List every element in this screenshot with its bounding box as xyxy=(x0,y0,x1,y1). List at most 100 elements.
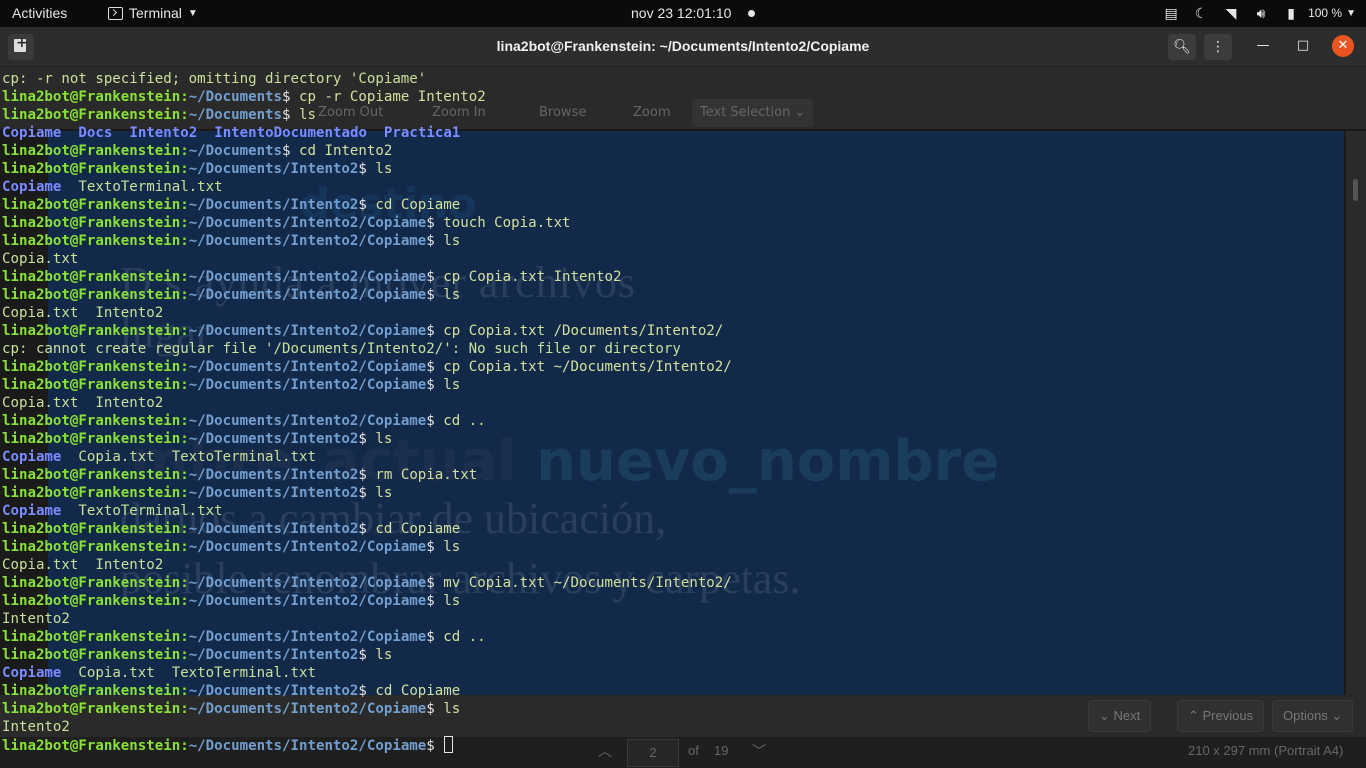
command-text xyxy=(435,738,444,754)
text-cursor[interactable] xyxy=(444,736,454,753)
prompt-symbol: $ xyxy=(282,107,291,123)
prompt-user-host: lina2bot@Frankenstein: xyxy=(2,143,189,159)
battery-icon[interactable]: ▮ xyxy=(1276,0,1306,27)
prompt-symbol: $ xyxy=(426,269,435,285)
terminal-listing-line: Copiame Docs Intento2 IntentoDocumentado… xyxy=(2,124,460,142)
terminal-prompt-line: lina2bot@Frankenstein:~/Documents/Intent… xyxy=(2,538,460,556)
command-text: cd Copiame xyxy=(366,521,461,537)
prompt-user-host: lina2bot@Frankenstein: xyxy=(2,521,189,537)
command-text: cp Copia.txt Intento2 xyxy=(434,269,622,285)
night-light-icon[interactable]: ☾ xyxy=(1186,0,1216,27)
wifi-icon[interactable]: ◥ xyxy=(1216,0,1246,27)
terminal-prompt-line: lina2bot@Frankenstein:~/Documents/Intent… xyxy=(2,160,392,178)
maximize-button[interactable]: □ xyxy=(1293,36,1313,56)
prompt-symbol: $ xyxy=(426,539,435,555)
terminal-prompt-line: lina2bot@Frankenstein:~/Documents/Intent… xyxy=(2,322,723,340)
file-entry: Copia.txt TextoTerminal.txt xyxy=(61,665,316,681)
kebab-menu-icon: ⋮ xyxy=(1211,39,1225,55)
prompt-user-host: lina2bot@Frankenstein: xyxy=(2,593,189,609)
terminal-prompt-line: lina2bot@Frankenstein:~/Documents$ cd In… xyxy=(2,142,392,160)
command-text: ls xyxy=(434,539,461,555)
terminal-prompt-line: lina2bot@Frankenstein:~/Documents/Intent… xyxy=(2,376,460,394)
prompt-symbol: $ xyxy=(358,431,367,447)
terminal-prompt-line: lina2bot@Frankenstein:~/Documents/Intent… xyxy=(2,682,460,700)
prompt-path: ~/Documents/Intento2/Copiame xyxy=(188,269,427,285)
volume-icon[interactable]: 🔊︎ xyxy=(1246,0,1276,27)
minimize-button[interactable]: — xyxy=(1253,36,1273,56)
terminal-output-line: cp: -r not specified; omitting directory… xyxy=(2,70,426,88)
terminal-listing-line: Copiame TextoTerminal.txt xyxy=(2,178,223,196)
search-button[interactable]: 🔍︎ xyxy=(1168,34,1196,60)
menu-button[interactable]: ⋮ xyxy=(1204,34,1232,60)
terminal-output-line: Copia.txt Intento2 xyxy=(2,556,163,574)
terminal-output-line: Intento2 xyxy=(2,718,70,736)
terminal-prompt-line: lina2bot@Frankenstein:~/Documents/Intent… xyxy=(2,736,454,754)
activities-button[interactable]: Activities xyxy=(12,0,67,27)
terminal-output[interactable]: cp: -r not specified; omitting directory… xyxy=(0,67,1366,768)
directory-entry: Copiame xyxy=(2,179,62,195)
prompt-user-host: lina2bot@Frankenstein: xyxy=(2,161,189,177)
prompt-user-host: lina2bot@Frankenstein: xyxy=(2,738,189,754)
prompt-symbol: $ xyxy=(426,593,435,609)
command-text: ls xyxy=(434,233,461,249)
command-text: ls xyxy=(434,593,461,609)
clock[interactable]: nov 23 12:01:10 xyxy=(631,0,731,27)
prompt-path: ~/Documents/Intento2 xyxy=(188,647,359,663)
terminal-prompt-line: lina2bot@Frankenstein:~/Documents/Intent… xyxy=(2,412,486,430)
prompt-path: ~/Documents/Intento2/Copiame xyxy=(188,287,427,303)
command-text: touch Copia.txt xyxy=(434,215,571,231)
prompt-path: ~/Documents xyxy=(188,107,283,123)
output-text: Intento2 xyxy=(2,719,70,735)
notification-dot-icon xyxy=(748,10,755,17)
terminal-prompt-line: lina2bot@Frankenstein:~/Documents/Intent… xyxy=(2,466,477,484)
file-entry xyxy=(367,125,384,141)
chevron-down-icon[interactable]: ▼ xyxy=(1346,0,1356,27)
terminal-prompt-line: lina2bot@Frankenstein:~/Documents/Intent… xyxy=(2,484,392,502)
output-text: cp: cannot create regular file '/Documen… xyxy=(2,341,681,357)
prompt-path: ~/Documents/Intento2/Copiame xyxy=(188,629,427,645)
close-button[interactable]: ✕ xyxy=(1332,35,1354,57)
prompt-symbol: $ xyxy=(426,377,435,393)
output-text: Copia.txt Intento2 xyxy=(2,305,164,321)
prompt-user-host: lina2bot@Frankenstein: xyxy=(2,647,189,663)
output-text: cp: -r not specified; omitting directory… xyxy=(2,71,427,87)
prompt-path: ~/Documents/Intento2/Copiame xyxy=(188,539,427,555)
terminal-prompt-line: lina2bot@Frankenstein:~/Documents/Intent… xyxy=(2,430,392,448)
terminal-prompt-line: lina2bot@Frankenstein:~/Documents/Intent… xyxy=(2,520,460,538)
prompt-user-host: lina2bot@Frankenstein: xyxy=(2,683,189,699)
prompt-path: ~/Documents/Intento2/Copiame xyxy=(188,701,427,717)
command-text: cd Intento2 xyxy=(290,143,393,159)
prompt-path: ~/Documents/Intento2 xyxy=(188,683,359,699)
battery-percent: 100 % xyxy=(1308,6,1343,20)
terminal-prompt-line: lina2bot@Frankenstein:~/Documents/Intent… xyxy=(2,592,460,610)
app-menu[interactable]: Terminal ▼ xyxy=(108,0,198,27)
clipboard-icon[interactable]: ▤ xyxy=(1156,0,1186,27)
command-text: mv Copia.txt ~/Documents/Intento2/ xyxy=(434,575,732,591)
prompt-symbol: $ xyxy=(426,323,435,339)
command-text: ls xyxy=(290,107,316,123)
prompt-path: ~/Documents/Intento2/Copiame xyxy=(188,413,427,429)
prompt-symbol: $ xyxy=(426,701,435,717)
prompt-symbol: $ xyxy=(282,89,291,105)
prompt-user-host: lina2bot@Frankenstein: xyxy=(2,629,189,645)
file-entry xyxy=(112,125,129,141)
prompt-symbol: $ xyxy=(426,413,435,429)
command-text: ls xyxy=(366,647,393,663)
terminal-prompt-line: lina2bot@Frankenstein:~/Documents/Intent… xyxy=(2,574,732,592)
terminal-prompt-line: lina2bot@Frankenstein:~/Documents/Intent… xyxy=(2,268,621,286)
terminal-prompt-line: lina2bot@Frankenstein:~/Documents$ cp -r… xyxy=(2,88,486,106)
prompt-symbol: $ xyxy=(358,647,367,663)
command-text: ls xyxy=(434,701,461,717)
prompt-user-host: lina2bot@Frankenstein: xyxy=(2,575,189,591)
prompt-user-host: lina2bot@Frankenstein: xyxy=(2,197,189,213)
file-entry: TextoTerminal.txt xyxy=(61,503,223,519)
terminal-prompt-line: lina2bot@Frankenstein:~/Documents/Intent… xyxy=(2,196,460,214)
directory-entry: Copiame xyxy=(2,125,62,141)
command-text: cp Copia.txt /Documents/Intento2/ xyxy=(434,323,724,339)
terminal-header-bar: lina2bot@Frankenstein: ~/Documents/Inten… xyxy=(0,27,1366,67)
prompt-symbol: $ xyxy=(358,521,367,537)
prompt-symbol: $ xyxy=(358,467,367,483)
system-tray[interactable]: ▤ ☾ ◥ 🔊︎ ▮ 100 % ▼ xyxy=(1156,0,1356,27)
prompt-user-host: lina2bot@Frankenstein: xyxy=(2,323,189,339)
directory-entry: Copiame xyxy=(2,665,62,681)
